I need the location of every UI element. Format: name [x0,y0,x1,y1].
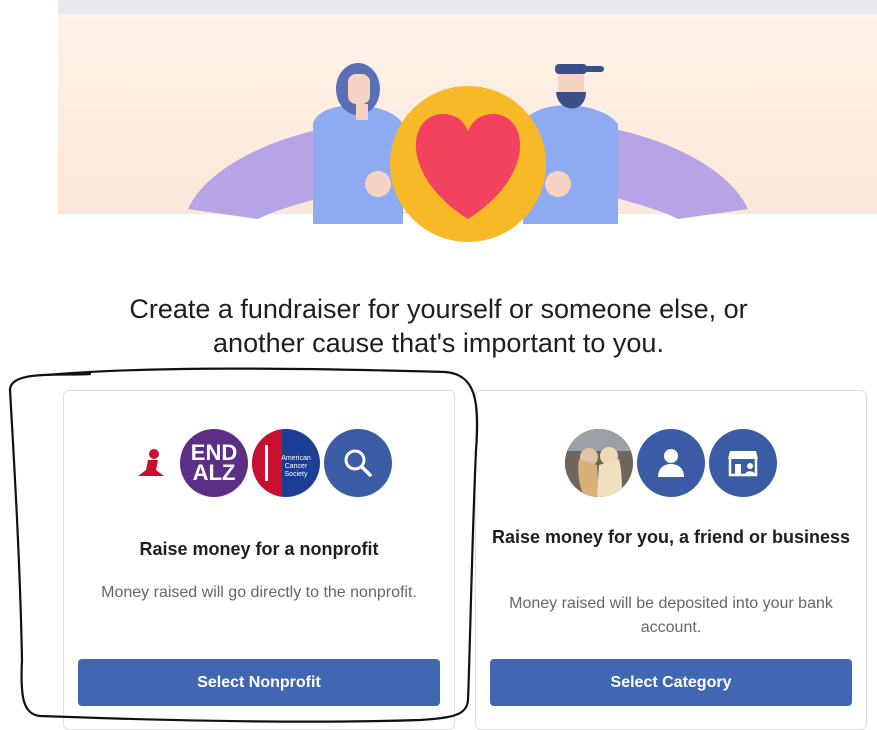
person-icon [637,429,705,497]
user-photo [565,429,633,497]
nonprofit-card-description: Money raised will go directly to the non… [101,584,417,601]
personal-icons [476,429,866,497]
select-nonprofit-button[interactable]: Select Nonprofit [78,659,440,706]
end-alz-text-2: ALZ [192,460,236,485]
svg-text:Cancer: Cancer [285,463,308,470]
personal-card-description: Money raised will be deposited into your… [509,595,833,636]
nonprofit-card-title: Raise money for a nonprofit [139,539,379,559]
select-category-button[interactable]: Select Category [490,659,852,706]
american-cancer-society-logo: American Cancer Society [252,429,320,497]
headline-line-1: Create a fundraiser for yourself or some… [129,294,748,324]
nonprofit-logos: END ALZ American Cancer Society [64,429,454,497]
headline-line-2: another cause that's important to you. [213,328,664,358]
fundraiser-illustration [188,63,748,242]
svg-text:Society: Society [285,471,308,478]
svg-text:American: American [281,455,311,462]
top-bar [58,0,877,14]
nonprofit-card[interactable]: END ALZ American Cancer Society Raise mo… [63,390,455,730]
end-alz-logo: END ALZ [180,429,248,497]
personal-card[interactable]: Raise money for you, a friend or busines… [475,390,867,730]
st-jude-logo [124,429,178,497]
page-headline: Create a fundraiser for yourself or some… [40,292,837,360]
storefront-icon [709,429,777,497]
search-icon[interactable] [324,429,392,497]
hero-banner [58,14,877,242]
personal-card-title: Raise money for you, a friend or busines… [491,527,851,547]
